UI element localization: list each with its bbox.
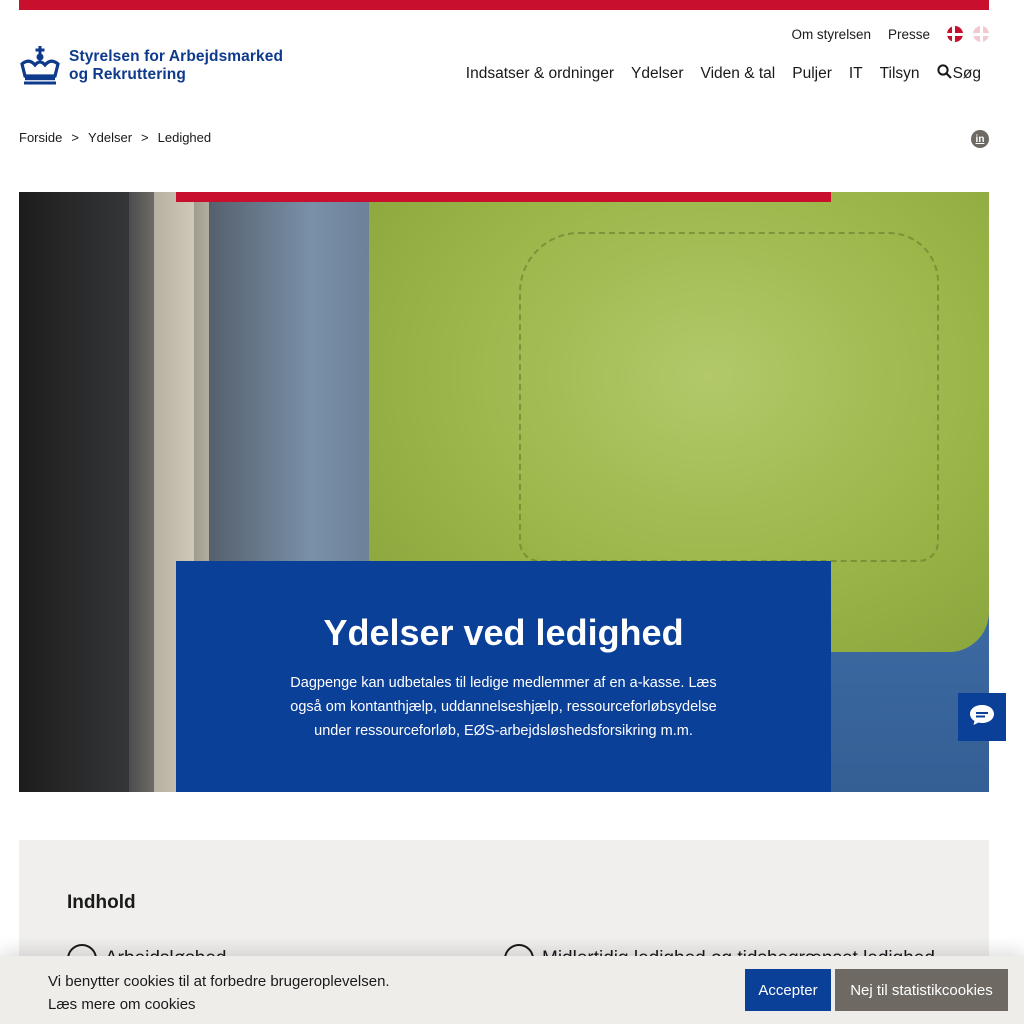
nav-item-viden[interactable]: Viden & tal bbox=[701, 65, 776, 83]
cookie-banner: Vi benytter cookies til at forbedre brug… bbox=[0, 956, 1024, 1024]
cookie-read-more-link[interactable]: Læs mere om cookies bbox=[48, 993, 390, 1016]
logo-line-1: Styrelsen for Arbejdsmarked bbox=[69, 48, 284, 65]
site-logo[interactable]: Styrelsen for Arbejdsmarked og Rekrutter… bbox=[19, 46, 283, 86]
top-accent-bar bbox=[19, 0, 989, 10]
search-icon bbox=[936, 64, 952, 84]
accept-cookies-button[interactable]: Accepter bbox=[745, 969, 831, 1011]
nav-item-indsatser[interactable]: Indsatser & ordninger bbox=[466, 65, 614, 83]
chat-button[interactable] bbox=[958, 693, 1006, 741]
hero-intro: Dagpenge kan udbetales til ledige medlem… bbox=[290, 675, 717, 739]
breadcrumb-separator: > bbox=[71, 130, 79, 145]
nav-item-it[interactable]: IT bbox=[849, 65, 863, 83]
linkedin-icon[interactable]: in bbox=[971, 130, 989, 148]
util-link-om-styrelsen[interactable]: Om styrelsen bbox=[791, 27, 871, 42]
search-button[interactable]: Søg bbox=[936, 64, 981, 84]
nav-item-ydelser[interactable]: Ydelser bbox=[631, 65, 684, 83]
cookie-message-text: Vi benytter cookies til at forbedre brug… bbox=[48, 973, 390, 990]
util-link-presse[interactable]: Presse bbox=[888, 27, 930, 42]
english-flag-icon[interactable] bbox=[973, 26, 989, 42]
logo-text: Styrelsen for Arbejdsmarked og Rekrutter… bbox=[69, 48, 283, 84]
danish-flag-icon[interactable] bbox=[947, 26, 963, 42]
nav-item-tilsyn[interactable]: Tilsyn bbox=[880, 65, 920, 83]
logo-line-2: og Rekruttering bbox=[69, 66, 186, 83]
breadcrumb-separator: > bbox=[141, 130, 149, 145]
breadcrumb: Forside > Ydelser > Ledighed bbox=[19, 130, 211, 145]
hero-accent-bar bbox=[176, 192, 831, 202]
crown-icon bbox=[19, 46, 61, 86]
hero-banner: Ydelser ved ledighed Dagpenge kan udbeta… bbox=[19, 192, 989, 792]
toc-title: Indhold bbox=[67, 892, 136, 913]
main-nav: Indsatser & ordninger Ydelser Viden & ta… bbox=[466, 64, 981, 84]
breadcrumb-item-forside[interactable]: Forside bbox=[19, 130, 62, 145]
chat-icon bbox=[969, 704, 995, 731]
cookie-message: Vi benytter cookies til at forbedre brug… bbox=[48, 970, 390, 1016]
decline-statistics-cookies-button[interactable]: Nej til statistikcookies bbox=[835, 969, 1008, 1011]
hero-text-box: Ydelser ved ledighed Dagpenge kan udbeta… bbox=[176, 561, 831, 792]
language-switcher bbox=[947, 26, 989, 42]
search-label: Søg bbox=[952, 65, 981, 82]
breadcrumb-current: Ledighed bbox=[157, 130, 212, 145]
page-title: Ydelser ved ledighed bbox=[323, 612, 684, 653]
nav-item-puljer[interactable]: Puljer bbox=[792, 65, 832, 83]
utility-nav: Om styrelsen Presse bbox=[791, 26, 989, 42]
breadcrumb-item-ydelser[interactable]: Ydelser bbox=[88, 130, 132, 145]
